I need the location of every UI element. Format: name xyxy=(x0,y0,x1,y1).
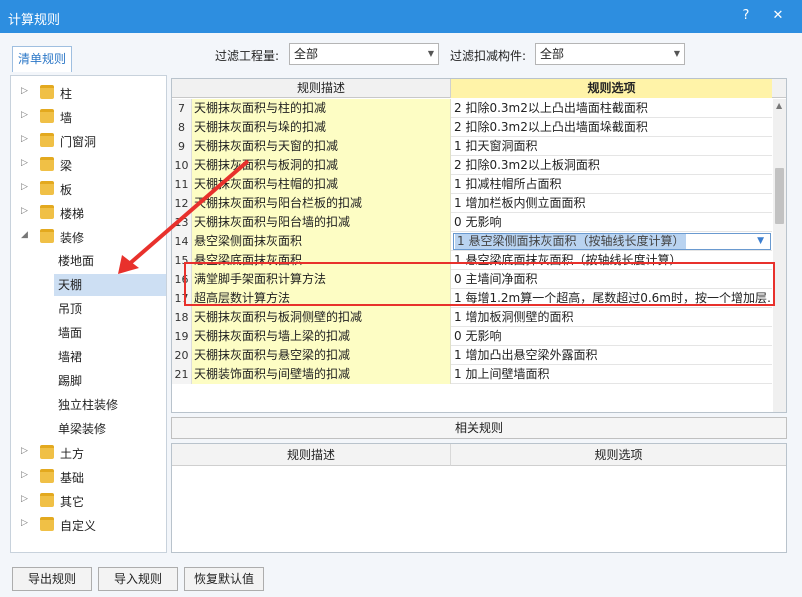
help-button[interactable]: ? xyxy=(738,8,754,24)
related-header-option: 规则选项 xyxy=(451,444,786,466)
import-rules-button[interactable]: 导入规则 xyxy=(98,567,178,591)
restore-defaults-button[interactable]: 恢复默认值 xyxy=(184,567,264,591)
close-button[interactable]: ✕ xyxy=(770,8,786,24)
related-rules-grid: 规则描述 规则选项 xyxy=(171,443,787,553)
related-rules-bar[interactable]: 相关规则 xyxy=(171,417,787,439)
window-title: 计算规则 xyxy=(8,13,61,28)
title-bar: 计算规则 ? ✕ xyxy=(0,0,802,33)
export-rules-button[interactable]: 导出规则 xyxy=(12,567,92,591)
related-header-description: 规则描述 xyxy=(172,444,451,466)
dialog-body: 清单规则 过滤工程量: 全部 ▼ 过滤扣减构件: 全部 ▼ ▷ 柱 ▷ 墙 ▷ 门窗洞… xyxy=(0,33,802,597)
